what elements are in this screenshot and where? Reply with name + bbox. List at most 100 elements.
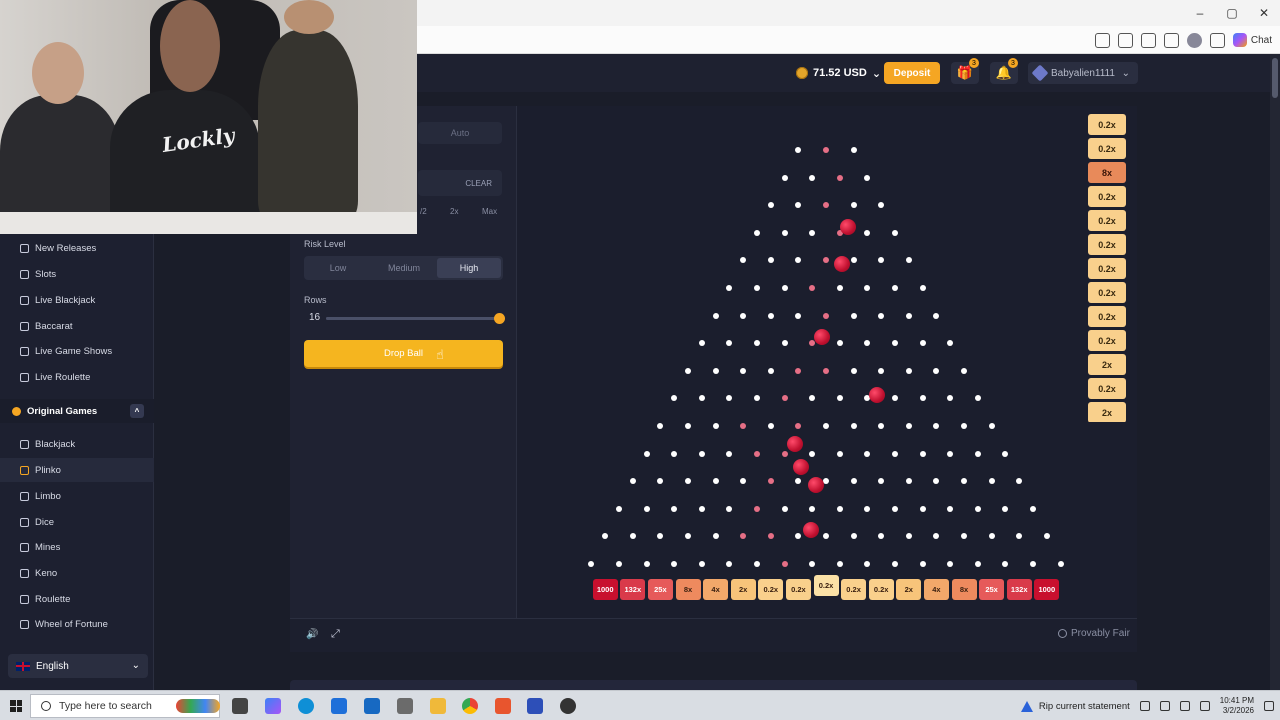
sidebar-item-3[interactable]: Baccarat bbox=[0, 314, 154, 338]
provably-fair-link[interactable]: Provably Fair bbox=[1058, 628, 1130, 639]
obs-icon[interactable] bbox=[560, 698, 576, 714]
favorites-icon[interactable] bbox=[1163, 32, 1179, 48]
sidebar-section-original-games[interactable]: Original Games ^ bbox=[0, 399, 154, 423]
peg bbox=[892, 285, 898, 291]
notifications-button[interactable]: 🔔 3 bbox=[990, 58, 1018, 84]
plinko-ball bbox=[869, 387, 885, 403]
app-icon-blue[interactable] bbox=[527, 698, 543, 714]
maximize-button[interactable]: ▢ bbox=[1216, 0, 1248, 26]
half-bet-button[interactable]: /2 bbox=[420, 207, 427, 216]
profile-avatar-icon[interactable] bbox=[1186, 32, 1202, 48]
sidebar-original-item-2[interactable]: Limbo bbox=[0, 484, 154, 508]
gift-button[interactable]: 🎁 3 bbox=[951, 58, 979, 84]
peg bbox=[836, 340, 843, 347]
sound-icon[interactable]: 🔊 bbox=[306, 629, 318, 640]
outlook-icon[interactable] bbox=[364, 698, 380, 714]
more-menu-icon[interactable] bbox=[1209, 32, 1225, 48]
sidebar-item-4[interactable]: Live Game Shows bbox=[0, 339, 154, 363]
multiplier-bucket: 0.2x bbox=[813, 575, 839, 596]
copilot-taskbar-icon[interactable] bbox=[265, 698, 281, 714]
risk-option-medium[interactable]: Medium bbox=[372, 258, 436, 278]
photos-icon[interactable] bbox=[397, 698, 413, 714]
page-scrollbar[interactable] bbox=[1270, 54, 1280, 690]
task-view-icon[interactable] bbox=[232, 698, 248, 714]
uk-flag-icon bbox=[16, 661, 30, 671]
peg bbox=[905, 478, 912, 485]
windows-start-icon[interactable] bbox=[10, 700, 22, 712]
close-window-button[interactable]: ✕ bbox=[1248, 0, 1280, 26]
peg bbox=[643, 561, 650, 567]
minimize-button[interactable]: – bbox=[1184, 0, 1216, 26]
sidebar-original-item-4[interactable]: Mines bbox=[0, 535, 154, 559]
roulette-icon bbox=[20, 594, 29, 604]
favorite-star-icon[interactable] bbox=[1140, 32, 1156, 48]
app-icon-orange[interactable] bbox=[495, 698, 511, 714]
overflow-chevron-icon[interactable] bbox=[1139, 701, 1150, 711]
risk-option-low[interactable]: Low bbox=[306, 258, 370, 278]
history-result: 0.2x bbox=[1088, 114, 1126, 135]
history-result: 0.2x bbox=[1088, 186, 1126, 207]
language-selector[interactable]: English ⌄ bbox=[8, 654, 148, 678]
rows-value: 16 bbox=[309, 312, 321, 323]
multiplier-bucket: 8x bbox=[951, 579, 977, 600]
user-menu[interactable]: Babyalien1111 ⌄ bbox=[1028, 62, 1138, 84]
sidebar-item-2[interactable]: Live Blackjack bbox=[0, 288, 154, 312]
sidebar-original-item-1[interactable]: Plinko bbox=[0, 458, 154, 482]
plinko-ball bbox=[834, 256, 850, 272]
multiplier-bucket: 0.2x bbox=[785, 579, 811, 600]
sidebar-original-item-0[interactable]: Blackjack bbox=[0, 432, 154, 456]
sidebar-original-item-5[interactable]: Keno bbox=[0, 561, 154, 585]
max-bet-button[interactable]: Max bbox=[482, 207, 497, 216]
peg bbox=[919, 561, 926, 567]
notification-alert[interactable]: Rip current statement bbox=[1020, 700, 1130, 712]
sidebar-original-item-3[interactable]: Dice bbox=[0, 510, 154, 534]
notification-center-icon[interactable] bbox=[1264, 701, 1274, 711]
bet-amount-clear-button[interactable]: CLEAR bbox=[418, 170, 502, 196]
peg bbox=[767, 478, 774, 485]
deposit-button[interactable]: Deposit bbox=[884, 62, 940, 84]
limbo-icon bbox=[20, 491, 29, 501]
show-icon bbox=[20, 346, 29, 356]
peg bbox=[850, 478, 857, 485]
volume-icon[interactable] bbox=[1199, 701, 1210, 711]
drop-ball-button[interactable]: Drop Ball bbox=[304, 340, 503, 367]
risk-option-high[interactable]: High bbox=[437, 258, 501, 278]
chrome-icon[interactable] bbox=[462, 698, 478, 714]
scrollbar-thumb[interactable] bbox=[1272, 58, 1278, 98]
sidebar-original-item-7[interactable]: Wheel of Fortune bbox=[0, 612, 154, 636]
split-screen-icon[interactable] bbox=[1094, 32, 1110, 48]
file-explorer-icon[interactable] bbox=[430, 698, 446, 714]
peg bbox=[1030, 561, 1036, 567]
clock[interactable]: 10:41 PM 3/2/2026 bbox=[1220, 696, 1254, 716]
peg bbox=[781, 174, 788, 181]
sidebar-item-0[interactable]: New Releases bbox=[0, 236, 154, 260]
peg bbox=[685, 367, 691, 374]
peg bbox=[947, 505, 954, 512]
store-icon[interactable] bbox=[331, 698, 347, 714]
peg bbox=[892, 229, 898, 236]
peg bbox=[767, 423, 774, 429]
copilot-chat-button[interactable]: Chat bbox=[1232, 33, 1272, 47]
tab-auto[interactable]: Auto bbox=[418, 122, 502, 144]
edge-browser-icon[interactable] bbox=[298, 698, 314, 714]
history-result: 0.2x bbox=[1088, 378, 1126, 399]
sidebar-item-5[interactable]: Live Roulette bbox=[0, 365, 154, 389]
cards-icon bbox=[20, 295, 29, 305]
rows-slider-thumb[interactable] bbox=[494, 313, 505, 324]
history-result: 2x bbox=[1088, 402, 1126, 422]
double-bet-button[interactable]: 2x bbox=[450, 207, 458, 216]
rows-slider[interactable] bbox=[326, 313, 505, 324]
sidebar-original-item-6[interactable]: Roulette bbox=[0, 587, 154, 611]
read-aloud-icon[interactable] bbox=[1117, 32, 1133, 48]
peg bbox=[809, 505, 816, 512]
fullscreen-icon[interactable]: ⤢ bbox=[331, 628, 340, 641]
peg bbox=[740, 312, 747, 319]
collapse-chevron-icon[interactable]: ^ bbox=[130, 404, 144, 418]
tray-icon[interactable] bbox=[1159, 701, 1170, 711]
search-highlight-icon[interactable] bbox=[176, 699, 220, 713]
balance-selector[interactable]: 71.52 USD ⌄ bbox=[796, 62, 881, 84]
history-result: 0.2x bbox=[1088, 306, 1126, 327]
sidebar-item-1[interactable]: Slots bbox=[0, 262, 154, 286]
multiplier-bucket: 132x bbox=[620, 579, 646, 600]
wifi-icon[interactable] bbox=[1179, 701, 1190, 711]
